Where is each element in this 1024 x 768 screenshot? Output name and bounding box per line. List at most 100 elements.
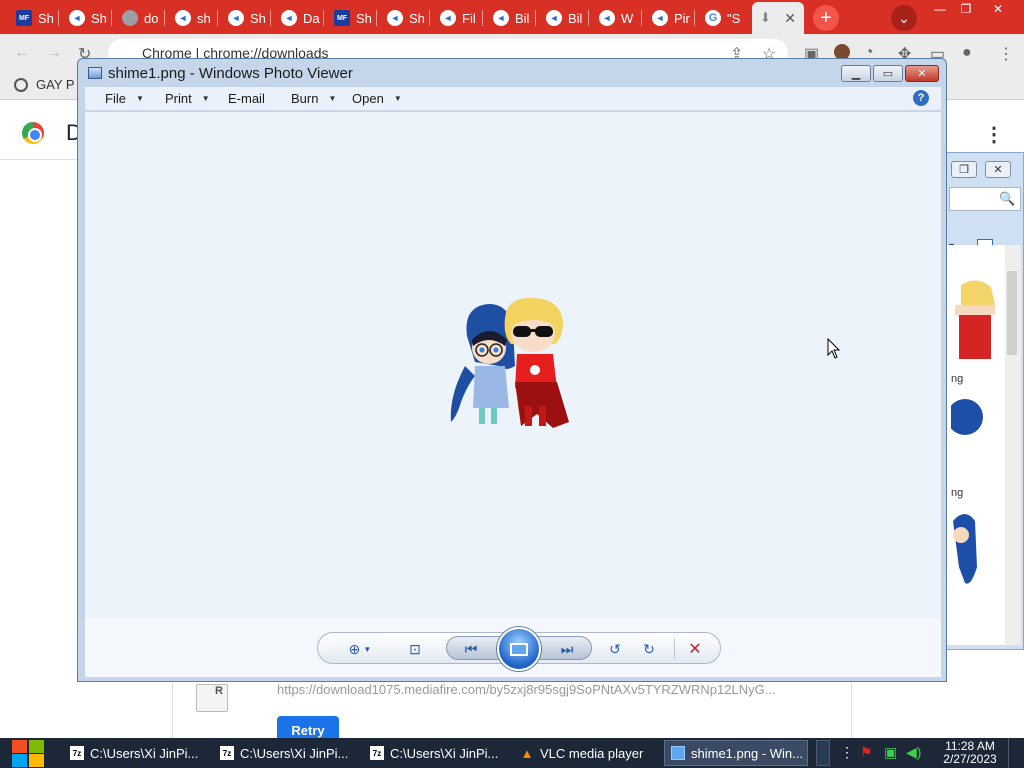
actual-size-icon[interactable]: ⊡	[404, 639, 426, 659]
thumbnail-image[interactable]	[951, 393, 1003, 473]
help-icon[interactable]: ?	[913, 90, 929, 106]
tab-separator	[111, 10, 112, 26]
bookmark-item[interactable]: GAY P	[14, 77, 75, 92]
menu-open-label: Open	[352, 91, 384, 106]
chevron-down-icon: ▼	[201, 94, 210, 103]
more-actions-icon[interactable]: ⋮	[984, 122, 1004, 147]
tab-label: Fil	[462, 10, 476, 26]
mft-icon: MF	[334, 10, 350, 26]
tab-label: Da	[303, 10, 320, 26]
menu-open[interactable]: Open ▼	[352, 91, 402, 106]
rotate-clockwise-icon[interactable]: ↻	[638, 639, 660, 659]
chrome-logo-icon	[22, 122, 44, 144]
browser-tab[interactable]: ◄ Da	[273, 4, 322, 32]
tab-separator	[694, 10, 695, 26]
globe-icon	[122, 10, 138, 26]
window-title: shime1.png - Windows Photo Viewer	[108, 65, 353, 82]
close-button[interactable]: ✕	[905, 65, 939, 82]
scrollbar-thumb[interactable]	[1007, 271, 1017, 355]
browser-tab[interactable]: ◄ W	[591, 4, 640, 32]
background-explorer-window[interactable]: ❐ ✕ 🔍 ▼ ng ng	[944, 152, 1024, 650]
action-center-flag-icon[interactable]: ⚑	[860, 744, 873, 761]
browser-tab[interactable]: MF Sh	[8, 4, 57, 32]
zoom-icon[interactable]: ⊕ ▼	[344, 639, 376, 659]
restore-window-button[interactable]: ❐	[952, 0, 980, 18]
telegram-icon: ◄	[175, 10, 191, 26]
menu-print[interactable]: Print ▼	[165, 91, 210, 106]
download-url[interactable]: https://download1075.mediafire.com/by5zx…	[277, 682, 776, 697]
system-clock[interactable]: 11:28 AM 2/27/2023	[936, 740, 1004, 766]
active-downloads-tab[interactable]: ⬇ ✕	[752, 2, 804, 34]
file-list-pane: ng ng	[947, 245, 1005, 645]
taskbar-item[interactable]: 7z C:\Users\Xi JinPi...	[214, 740, 358, 766]
7zip-icon: 7z	[370, 746, 384, 760]
browser-tab[interactable]: ◄ Bil	[485, 4, 534, 32]
image-canvas[interactable]	[85, 112, 941, 617]
menu-email[interactable]: E-mail	[228, 91, 265, 106]
volume-icon[interactable]: ◀)	[906, 744, 921, 761]
next-icon[interactable]: ⏭	[556, 639, 578, 659]
displayed-image	[450, 297, 569, 428]
thumbnail-image[interactable]	[951, 507, 1003, 597]
tray-overflow-icon[interactable]	[816, 740, 830, 766]
tab-label: Sh	[356, 10, 372, 26]
tab-separator	[641, 10, 642, 26]
account-icon[interactable]: ●	[962, 44, 972, 62]
browser-tab[interactable]: MF Sh	[326, 4, 375, 32]
browser-tab[interactable]: ◄ Sh	[379, 4, 428, 32]
tab-search-chevron-down-icon[interactable]: ⌄	[891, 5, 917, 31]
delete-icon[interactable]: ✕	[684, 639, 706, 659]
taskbar-item[interactable]: shime1.png - Win...	[664, 740, 808, 766]
forward-arrow-icon[interactable]: →	[46, 44, 62, 62]
windows-logo-icon	[12, 754, 27, 767]
tab-label: Sh	[38, 10, 54, 26]
vertical-scrollbar[interactable]	[1005, 245, 1021, 645]
minimize-button[interactable]: ▁	[841, 65, 871, 82]
more-menu-icon[interactable]: ⋮	[998, 44, 1014, 64]
taskbar-item[interactable]: 7z C:\Users\Xi JinPi...	[364, 740, 508, 766]
separator	[674, 639, 675, 659]
tab-separator	[482, 10, 483, 26]
mft-icon: MF	[16, 10, 32, 26]
close-window-button[interactable]: ✕	[982, 0, 1014, 18]
browser-tab[interactable]: ◄ Fil	[432, 4, 481, 32]
close-tab-icon[interactable]: ✕	[784, 10, 796, 27]
taskbar-item[interactable]: 7z C:\Users\Xi JinPi...	[64, 740, 208, 766]
telegram-icon: ◄	[493, 10, 509, 26]
taskbar-item[interactable]: ▲ VLC media player	[514, 740, 658, 766]
browser-tab[interactable]: do	[114, 4, 163, 32]
network-icon[interactable]: ▣	[884, 744, 897, 761]
browser-tab[interactable]: ◄ Sh	[61, 4, 110, 32]
telegram-icon: ◄	[599, 10, 615, 26]
tab-separator	[588, 10, 589, 26]
close-button[interactable]: ✕	[985, 161, 1011, 178]
windows-logo-icon	[12, 740, 27, 753]
more-icon[interactable]: ⋮	[840, 744, 854, 761]
start-button[interactable]	[10, 738, 44, 768]
search-icon[interactable]: 🔍	[999, 191, 1015, 207]
minimize-window-button[interactable]: —	[926, 0, 954, 18]
back-arrow-icon[interactable]: ←	[14, 44, 30, 62]
show-desktop-button[interactable]	[1008, 738, 1024, 768]
browser-tab[interactable]: ◄ Bil	[538, 4, 587, 32]
browser-tab[interactable]: ◄ Sh	[220, 4, 269, 32]
rotate-counterclockwise-icon[interactable]: ↺	[604, 639, 626, 659]
controls-area: ⊕ ▼ ⊡ ⏮ ⏭ ↺ ↻ ✕	[85, 617, 941, 677]
restore-button[interactable]: ❐	[951, 161, 977, 178]
thumbnail-label: ng	[951, 487, 964, 499]
browser-tab[interactable]: ◄ sh	[167, 4, 216, 32]
bookmark-favicon-icon	[14, 77, 28, 92]
new-tab-button[interactable]: +	[813, 5, 839, 31]
maximize-button[interactable]: ▭	[873, 65, 903, 82]
menu-burn[interactable]: Burn ▼	[291, 91, 336, 106]
browser-tab[interactable]: ◄ Pir	[644, 4, 693, 32]
menu-file[interactable]: File ▼	[105, 91, 144, 106]
slideshow-icon[interactable]	[497, 627, 541, 671]
previous-icon[interactable]: ⏮	[460, 639, 482, 659]
tab-label: Bil	[515, 10, 530, 26]
tab-label: W	[621, 10, 634, 26]
browser-tab[interactable]: G "S	[697, 4, 746, 32]
thumbnail-image[interactable]	[951, 275, 1003, 365]
tab-label: Sh	[250, 10, 266, 26]
telegram-icon: ◄	[387, 10, 403, 26]
